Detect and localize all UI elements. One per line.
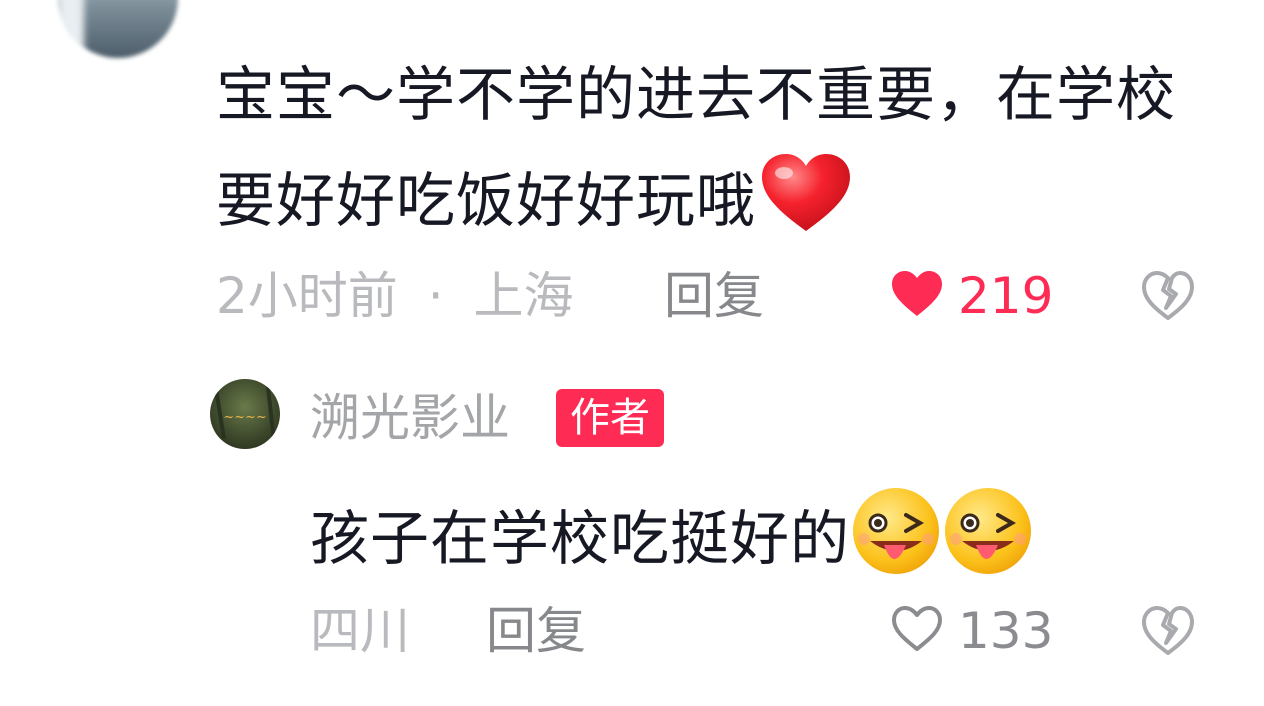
tongue-wink-face-icon	[850, 485, 942, 597]
meta-separator: ·	[427, 267, 444, 325]
reply-body: 孩子在学校吃挺好的	[310, 485, 1034, 597]
heart-filled-icon	[890, 269, 944, 323]
comment-time: 2小时前	[216, 267, 398, 325]
reply-text: 孩子在学校吃挺好的	[310, 504, 851, 573]
author-badge: 作者	[556, 389, 664, 447]
reply-like-count: 133	[958, 602, 1054, 660]
commenter-avatar[interactable]	[58, 0, 178, 58]
comment-meta: 2小时前 · 上海	[216, 266, 574, 326]
heart-outline-icon	[890, 604, 944, 658]
like-button[interactable]: 219	[890, 266, 1053, 326]
dislike-button[interactable]	[1140, 268, 1196, 328]
author-avatar[interactable]: ~~~~	[210, 379, 280, 449]
broken-heart-icon	[1142, 606, 1194, 655]
comment-text: 宝宝～学不学的进去不重要，在学校要好好吃饭好好玩哦	[216, 60, 1177, 235]
reply-location: 四川	[310, 602, 410, 660]
reply-button[interactable]: 回复	[664, 266, 764, 326]
author-name[interactable]: 溯光影业	[310, 388, 510, 448]
red-heart-icon	[758, 151, 854, 268]
broken-heart-icon	[1142, 271, 1194, 320]
reply-dislike-button[interactable]	[1140, 603, 1196, 663]
like-count: 219	[958, 267, 1054, 325]
tongue-wink-face-icon	[942, 485, 1034, 597]
comment-location: 上海	[473, 267, 574, 325]
reply-reply-button[interactable]: 回复	[486, 601, 586, 661]
svg-text:~~~~: ~~~~	[223, 410, 267, 425]
comment-body: 宝宝～学不学的进去不重要，在学校要好好吃饭好好玩哦	[216, 42, 1206, 268]
reply-like-button[interactable]: 133	[890, 601, 1053, 661]
